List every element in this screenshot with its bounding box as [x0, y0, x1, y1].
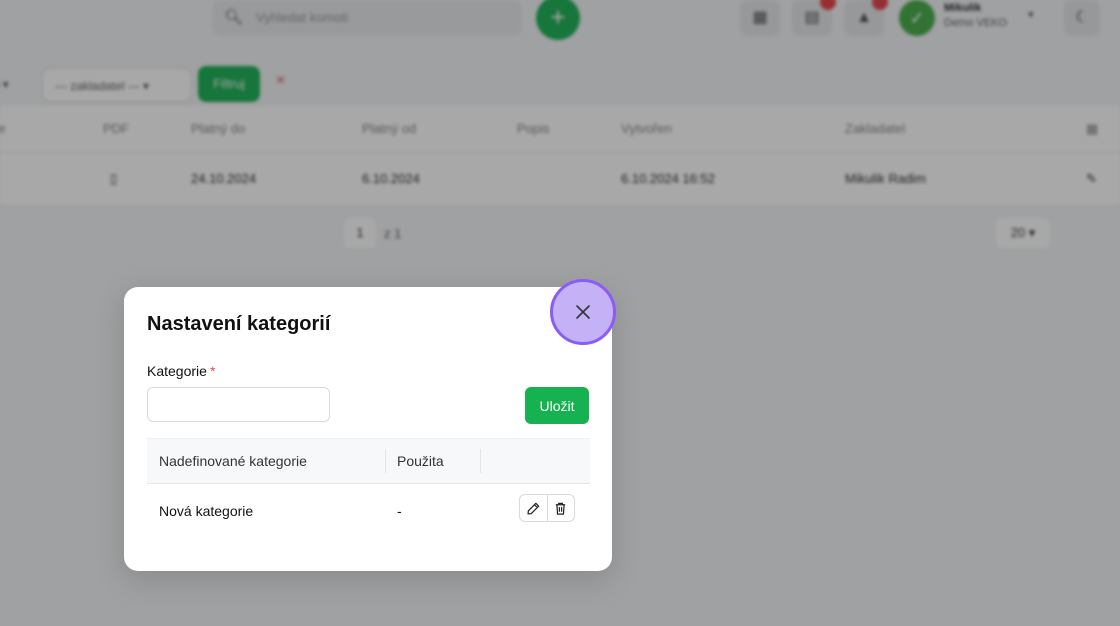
- column-header-used: Použita: [397, 453, 444, 469]
- table-header: Nadefinované kategorie Použita: [147, 438, 590, 484]
- category-name: Nová kategorie: [159, 503, 254, 519]
- required-mark: *: [209, 363, 216, 379]
- row-actions: [519, 494, 575, 522]
- category-field-label: Kategorie *: [147, 363, 215, 379]
- categories-table: Nadefinované kategorie Použita Nová kate…: [147, 438, 590, 536]
- column-divider: [480, 449, 481, 473]
- column-divider: [385, 449, 386, 473]
- delete-category-button[interactable]: [546, 495, 575, 521]
- close-button[interactable]: [550, 279, 616, 345]
- close-icon: [576, 305, 590, 319]
- dialog-title: Nastavení kategorií: [147, 313, 331, 335]
- edit-category-button[interactable]: [520, 495, 547, 521]
- pencil-icon: [527, 502, 540, 515]
- category-settings-dialog: Nastavení kategorií Kategorie * Uložit Na…: [124, 279, 616, 571]
- category-used: -: [397, 503, 402, 519]
- save-button[interactable]: Uložit: [525, 387, 589, 424]
- column-header-categories: Nadefinované kategorie: [159, 453, 307, 469]
- table-row: Nová kategorie -: [147, 484, 590, 536]
- category-label-text: Kategorie: [147, 363, 207, 379]
- trash-icon: [556, 502, 566, 515]
- category-input[interactable]: [147, 387, 330, 422]
